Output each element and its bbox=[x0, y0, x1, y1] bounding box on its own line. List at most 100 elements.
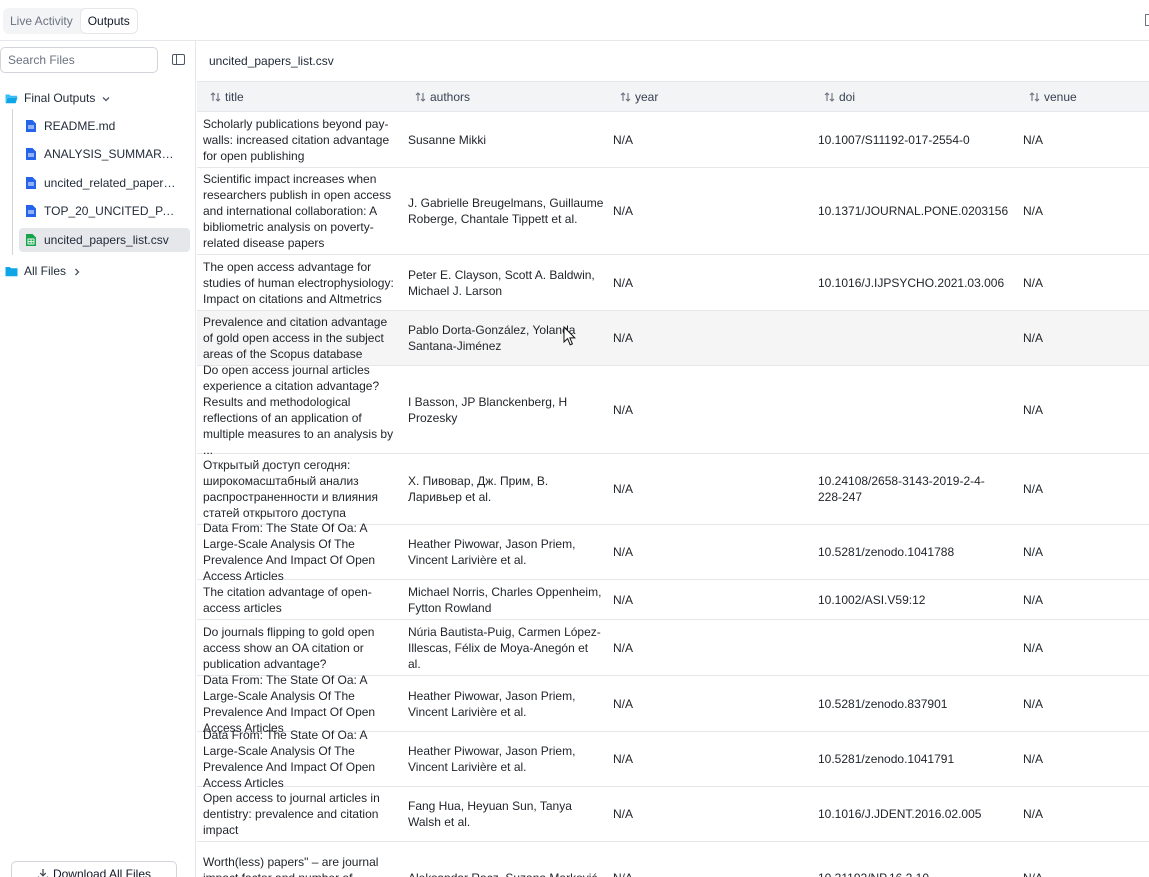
cell-doi: 10.1016/J.JDENT.2016.02.005 bbox=[818, 807, 982, 821]
chevron-down-icon bbox=[101, 93, 111, 103]
folder-open-icon bbox=[5, 93, 18, 104]
cell-venue: N/A bbox=[1023, 842, 1143, 877]
table-row[interactable]: The open access advantage for studies of… bbox=[197, 255, 1149, 311]
sort-icon bbox=[1029, 91, 1040, 102]
cell-doi: 10.1002/ASI.V59:12 bbox=[818, 592, 926, 607]
view-tabs: Live Activity Outputs bbox=[3, 8, 138, 34]
cell-venue: N/A bbox=[1023, 132, 1044, 147]
cell-title: Открытый доступ сегодня: широкомасштабны… bbox=[203, 458, 378, 520]
file-title: uncited_papers_list.csv bbox=[209, 54, 334, 68]
cell-venue: N/A bbox=[1023, 331, 1044, 345]
file-item-uncited-related[interactable]: uncited_related_papers_fi... bbox=[19, 171, 190, 195]
file-name: README.md bbox=[44, 119, 116, 133]
file-sidebar: Final Outputs README.md ANALYSIS_SUMMARY… bbox=[0, 41, 196, 877]
sidebar-toggle-icon[interactable] bbox=[172, 54, 185, 65]
file-name: ANALYSIS_SUMMARY.md bbox=[44, 147, 180, 161]
cell-doi: 10.5281/zenodo.837901 bbox=[818, 696, 948, 711]
cell-doi: 10.5281/zenodo.1041791 bbox=[818, 752, 955, 766]
top-bar: Live Activity Outputs bbox=[0, 0, 1149, 41]
cell-venue: N/A bbox=[1023, 482, 1044, 496]
column-header-venue[interactable]: venue bbox=[1029, 82, 1077, 111]
spreadsheet-icon bbox=[26, 234, 36, 246]
cell-doi: 10.1007/S11192-017-2554-0 bbox=[818, 132, 970, 147]
chevron-right-icon bbox=[72, 266, 82, 276]
folder-all-files[interactable]: All Files bbox=[5, 259, 82, 283]
table-row[interactable]: Do journals flipping to gold open access… bbox=[197, 620, 1149, 676]
sort-icon bbox=[210, 91, 221, 102]
table-row[interactable]: Data From: The State Of Oa: A Large-Scal… bbox=[197, 521, 1149, 583]
cell-title: Open access to journal articles in denti… bbox=[203, 791, 380, 837]
download-icon bbox=[37, 869, 49, 877]
panel-edge-icon[interactable] bbox=[1145, 14, 1149, 26]
cell-year: N/A bbox=[613, 696, 634, 711]
cell-year: N/A bbox=[613, 331, 634, 345]
table-row[interactable]: Data From: The State Of Oa: A Large-Scal… bbox=[197, 728, 1149, 790]
cell-year: N/A bbox=[613, 132, 634, 147]
cell-authors: Susanne Mikki bbox=[408, 132, 487, 147]
table-row[interactable]: Scholarly publications beyond pay-walls:… bbox=[197, 112, 1149, 168]
column-header-title[interactable]: title bbox=[210, 82, 244, 111]
cell-title: Scholarly publications beyond pay-walls:… bbox=[203, 116, 390, 163]
document-icon bbox=[26, 205, 36, 217]
table-row[interactable]: The citation advantage of open-access ar… bbox=[197, 580, 1149, 620]
column-header-authors[interactable]: authors bbox=[415, 82, 470, 111]
folder-final-outputs[interactable]: Final Outputs bbox=[5, 86, 111, 110]
column-label: title bbox=[225, 89, 244, 104]
table-row[interactable]: Do open access journal articles experien… bbox=[197, 362, 1149, 457]
cell-doi: 10.1016/J.IJPSYCHO.2021.03.006 bbox=[818, 275, 1005, 290]
download-all-button[interactable]: Download All Files bbox=[11, 861, 177, 877]
cell-year: N/A bbox=[613, 275, 634, 290]
document-icon bbox=[26, 120, 36, 132]
cell-venue: N/A bbox=[1023, 752, 1044, 766]
tab-live-activity[interactable]: Live Activity bbox=[3, 8, 80, 34]
cell-title: Worth(less) papers" – are journal impact… bbox=[203, 854, 379, 877]
cell-venue: N/A bbox=[1023, 807, 1044, 821]
cell-doi bbox=[818, 366, 1008, 453]
cell-authors: Heather Piwowar, Jason Priem, Vincent La… bbox=[408, 688, 576, 719]
folder-label: All Files bbox=[24, 264, 67, 278]
cell-doi: 10.5281/zenodo.1041788 bbox=[818, 545, 955, 559]
cell-venue: N/A bbox=[1023, 640, 1044, 655]
cell-authors: Х. Пивовар, Дж. Прим, В. Ларивьер et al. bbox=[408, 474, 549, 504]
cell-year: N/A bbox=[613, 640, 634, 655]
cell-title: Do open access journal articles experien… bbox=[203, 362, 394, 457]
cell-authors: Heather Piwowar, Jason Priem, Vincent La… bbox=[408, 744, 576, 774]
cell-authors: Peter E. Clayson, Scott A. Baldwin, Mich… bbox=[408, 267, 595, 298]
column-header-doi[interactable]: doi bbox=[824, 82, 855, 111]
column-header-year[interactable]: year bbox=[620, 82, 658, 111]
cell-doi bbox=[818, 311, 1008, 365]
table-row[interactable]: Scientific impact increases when researc… bbox=[197, 168, 1149, 255]
cell-year: N/A bbox=[613, 807, 634, 821]
file-name: TOP_20_UNCITED_PAPERS... bbox=[44, 204, 180, 218]
cell-doi bbox=[818, 620, 1008, 675]
table-row[interactable]: Открытый доступ сегодня: широкомасштабны… bbox=[197, 454, 1149, 525]
table-row[interactable]: Prevalence and citation advantage of gol… bbox=[197, 311, 1149, 366]
tab-outputs[interactable]: Outputs bbox=[79, 8, 138, 34]
cell-title: Scientific impact increases when researc… bbox=[203, 172, 392, 250]
file-item-analysis-summary[interactable]: ANALYSIS_SUMMARY.md bbox=[19, 142, 190, 166]
column-label: venue bbox=[1044, 89, 1077, 104]
table-row[interactable]: Open access to journal articles in denti… bbox=[197, 787, 1149, 842]
cell-authors: Fang Hua, Heyuan Sun, Tanya Walsh et al. bbox=[408, 799, 572, 829]
cell-authors: J. Gabrielle Breugelmans, Guillaume Robe… bbox=[408, 196, 604, 226]
table-row[interactable]: Worth(less) papers" – are journal impact… bbox=[197, 842, 1149, 877]
cell-venue: N/A bbox=[1023, 402, 1044, 417]
cell-doi: 10.1371/JOURNAL.PONE.0203156 bbox=[818, 204, 1009, 218]
download-label: Download All Files bbox=[52, 867, 152, 877]
table-row[interactable]: Data From: The State Of Oa: A Large-Scal… bbox=[197, 673, 1149, 735]
cell-venue: N/A bbox=[1023, 275, 1044, 290]
cell-venue: N/A bbox=[1023, 545, 1044, 559]
cell-year: N/A bbox=[613, 545, 634, 559]
cell-authors: Michael Norris, Charles Oppenheim, Fytto… bbox=[408, 584, 602, 615]
file-item-top-20[interactable]: TOP_20_UNCITED_PAPERS... bbox=[19, 199, 190, 223]
file-item-readme[interactable]: README.md bbox=[19, 114, 190, 138]
table-header: title authors year doi venue bbox=[197, 81, 1149, 112]
folder-icon bbox=[5, 266, 18, 277]
file-item-uncited-papers-csv[interactable]: uncited_papers_list.csv bbox=[19, 228, 190, 252]
sort-icon bbox=[415, 91, 426, 102]
sort-icon bbox=[824, 91, 835, 102]
cell-title: Data From: The State Of Oa: A Large-Scal… bbox=[203, 728, 376, 790]
search-input[interactable] bbox=[0, 47, 158, 73]
column-label: year bbox=[635, 89, 659, 104]
tree-guide-line bbox=[12, 109, 13, 255]
